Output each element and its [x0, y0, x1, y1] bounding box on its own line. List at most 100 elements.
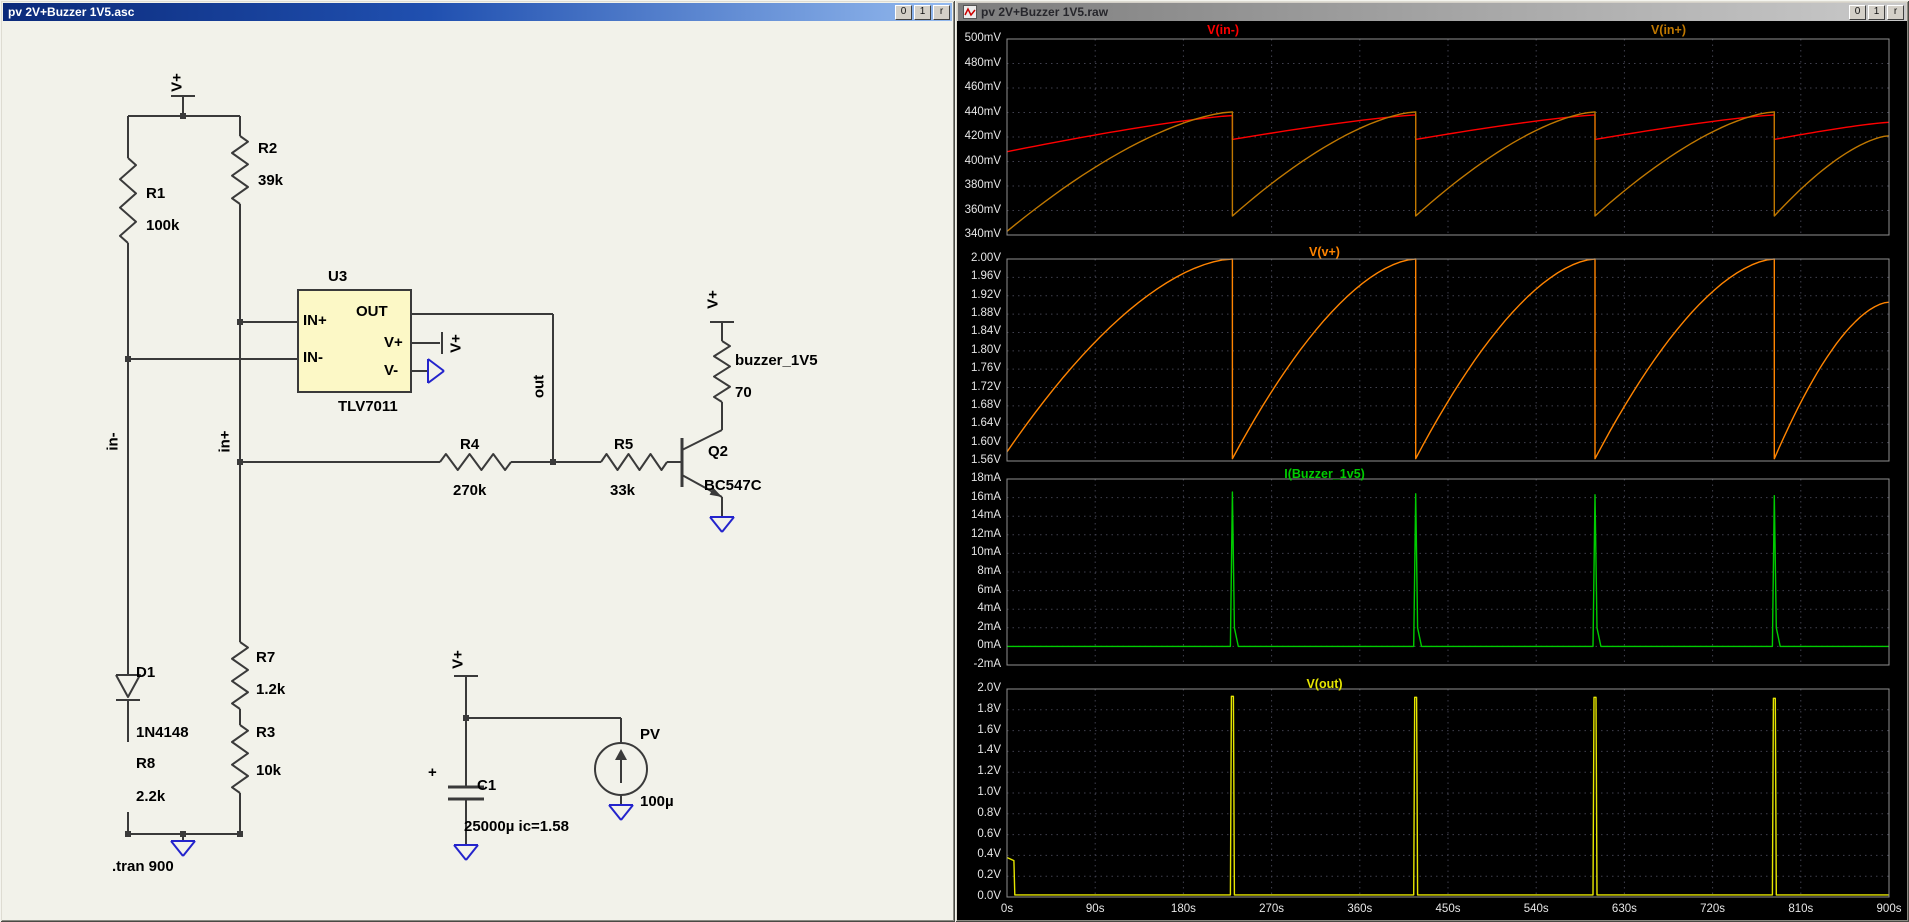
x-tick-label: 630s — [1611, 903, 1637, 915]
wave-pane-4[interactable] — [1006, 688, 1890, 898]
desktop: V+ R1 100k R2 39k in-in+ U3 TLV7011 OUT IN+ IN- V+ V… — [0, 0, 1909, 922]
y-tick-label: 4mA — [977, 602, 1001, 615]
q2-part: BC547C — [704, 477, 762, 494]
y-tick-label: 14mA — [970, 509, 1001, 522]
y-tick-label: 440mV — [964, 105, 1001, 118]
maximize-button[interactable]: 1 — [914, 4, 931, 20]
net-in-minus-label: in- — [104, 432, 122, 451]
node-dot — [180, 831, 186, 837]
r4-symbol[interactable] — [439, 453, 512, 471]
y-tick-label: 6mA — [977, 583, 1001, 596]
x-tick-label: 900s — [1876, 903, 1902, 915]
r3-value: 10k — [256, 762, 282, 779]
node-dot — [463, 715, 469, 721]
r7-name: R7 — [256, 649, 276, 666]
r8-name: R8 — [136, 755, 156, 772]
vplus-top-label: V+ — [168, 73, 186, 92]
trace-label-v-out[interactable]: V(out) — [1225, 677, 1425, 691]
r2-name: R2 — [258, 140, 278, 157]
trace-label-i-buzzer-1v5[interactable]: I(Buzzer_1v5) — [1225, 467, 1425, 481]
y-tick-label: 2.0V — [977, 682, 1001, 694]
c1-value: 25000µ ic=1.58 — [464, 818, 569, 835]
y-tick-label: 0.8V — [977, 806, 1001, 819]
r3-symbol[interactable] — [231, 724, 249, 794]
y-tick-label: 18mA — [970, 472, 1001, 484]
y-tick-label: 12mA — [970, 527, 1001, 540]
trace-label-v-in[interactable]: V(in-) — [1123, 23, 1323, 37]
r3-name: R3 — [256, 724, 276, 741]
ground-symbol — [182, 840, 196, 857]
x-tick-label: 90s — [1085, 903, 1105, 915]
wave-pane-1[interactable] — [1006, 38, 1890, 236]
y-tick-label: 8mA — [977, 565, 1001, 577]
y-tick-label: 0mA — [977, 639, 1001, 652]
y-tick-label: 1.56V — [970, 454, 1001, 466]
net-out-label: out — [530, 374, 548, 399]
cap-plus-sign: + — [428, 764, 437, 781]
r7-symbol[interactable] — [231, 641, 249, 710]
trace-label-v-in[interactable]: V(in+) — [1569, 23, 1769, 37]
y-tick-label: 0.0V — [977, 890, 1001, 902]
d1-part: 1N4148 — [136, 724, 189, 741]
y-tick-label: 1.72V — [970, 380, 1001, 393]
y-tick-label: -2mA — [973, 658, 1001, 670]
r8-value: 2.2k — [136, 788, 166, 805]
close-button[interactable]: r — [1887, 4, 1904, 20]
pv-arrow-head — [615, 749, 627, 760]
waveform-window: pv 2V+Buzzer 1V5.raw 0 1 r 500mV 480mV 460… — [955, 0, 1909, 922]
r4-value: 270k — [453, 482, 487, 499]
wave-pane-3[interactable] — [1006, 478, 1890, 666]
close-button[interactable]: r — [933, 4, 950, 20]
y-tick-label: 1.60V — [970, 435, 1001, 448]
window-title: pv 2V+Buzzer 1V5.asc — [8, 5, 135, 19]
x-tick-label: 180s — [1170, 903, 1196, 915]
y-tick-label: 340mV — [964, 228, 1001, 240]
y-tick-label: 0.4V — [977, 848, 1001, 861]
wave-pane-2[interactable] — [1006, 258, 1890, 462]
pv-value: 100µ — [640, 793, 674, 810]
y-tick-label: 1.88V — [970, 307, 1001, 320]
ground-symbol — [427, 370, 445, 384]
r5-symbol[interactable] — [600, 453, 668, 471]
y-tick-label: 1.84V — [970, 325, 1001, 338]
x-tick-label: 270s — [1259, 903, 1285, 915]
maximize-button[interactable]: 1 — [1868, 4, 1885, 20]
q2-name: Q2 — [708, 443, 729, 460]
r5-value: 33k — [610, 482, 636, 499]
y-tick-label: 1.4V — [977, 744, 1001, 757]
y-tick-label: 360mV — [964, 203, 1001, 216]
u3-part: TLV7011 — [338, 398, 398, 415]
window-title: pv 2V+Buzzer 1V5.raw — [981, 5, 1109, 19]
trace-label-v-v[interactable]: V(v+) — [1225, 245, 1425, 259]
c1-name: C1 — [477, 777, 497, 794]
node-dot — [125, 356, 131, 362]
r5-name: R5 — [614, 436, 634, 453]
r1-value: 100k — [146, 217, 180, 234]
vplus-c1-label: V+ — [449, 650, 467, 669]
schematic-window: V+ R1 100k R2 39k in-in+ U3 TLV7011 OUT IN+ IN- V+ V… — [0, 0, 955, 922]
y-tick-label: 10mA — [970, 546, 1001, 559]
y-tick-label: 420mV — [964, 130, 1001, 142]
titlebar[interactable]: pv 2V+Buzzer 1V5.asc 0 1 r — [3, 3, 952, 21]
y-tick-label: 1.96V — [970, 270, 1001, 283]
r2-symbol[interactable] — [231, 135, 249, 205]
vplus-opamp-label: V+ — [447, 334, 465, 353]
ground-symbol — [453, 844, 467, 861]
titlebar[interactable]: pv 2V+Buzzer 1V5.raw 0 1 r — [958, 3, 1906, 21]
y-tick-label: 2mA — [977, 620, 1001, 633]
x-tick-label: 0s — [1000, 903, 1014, 915]
node-dot — [180, 113, 186, 119]
x-tick-label: 360s — [1347, 903, 1373, 915]
minimize-button[interactable]: 0 — [1849, 4, 1866, 20]
pin-in-minus-label: IN- — [303, 349, 323, 366]
y-tick-label: 1.76V — [970, 362, 1001, 375]
y-tick-label: 2.00V — [970, 252, 1001, 264]
ground-symbol — [170, 840, 184, 857]
buzzer-symbol[interactable] — [713, 340, 731, 403]
waveform-plot-area[interactable]: 500mV 480mV 460mV 440mV 420mV 400mV 380mV 360mV… — [957, 21, 1907, 920]
r1-symbol[interactable] — [119, 157, 137, 244]
ground-symbol — [427, 358, 445, 372]
node-dot — [550, 459, 556, 465]
y-tick-label: 0.6V — [977, 827, 1001, 840]
minimize-button[interactable]: 0 — [895, 4, 912, 20]
